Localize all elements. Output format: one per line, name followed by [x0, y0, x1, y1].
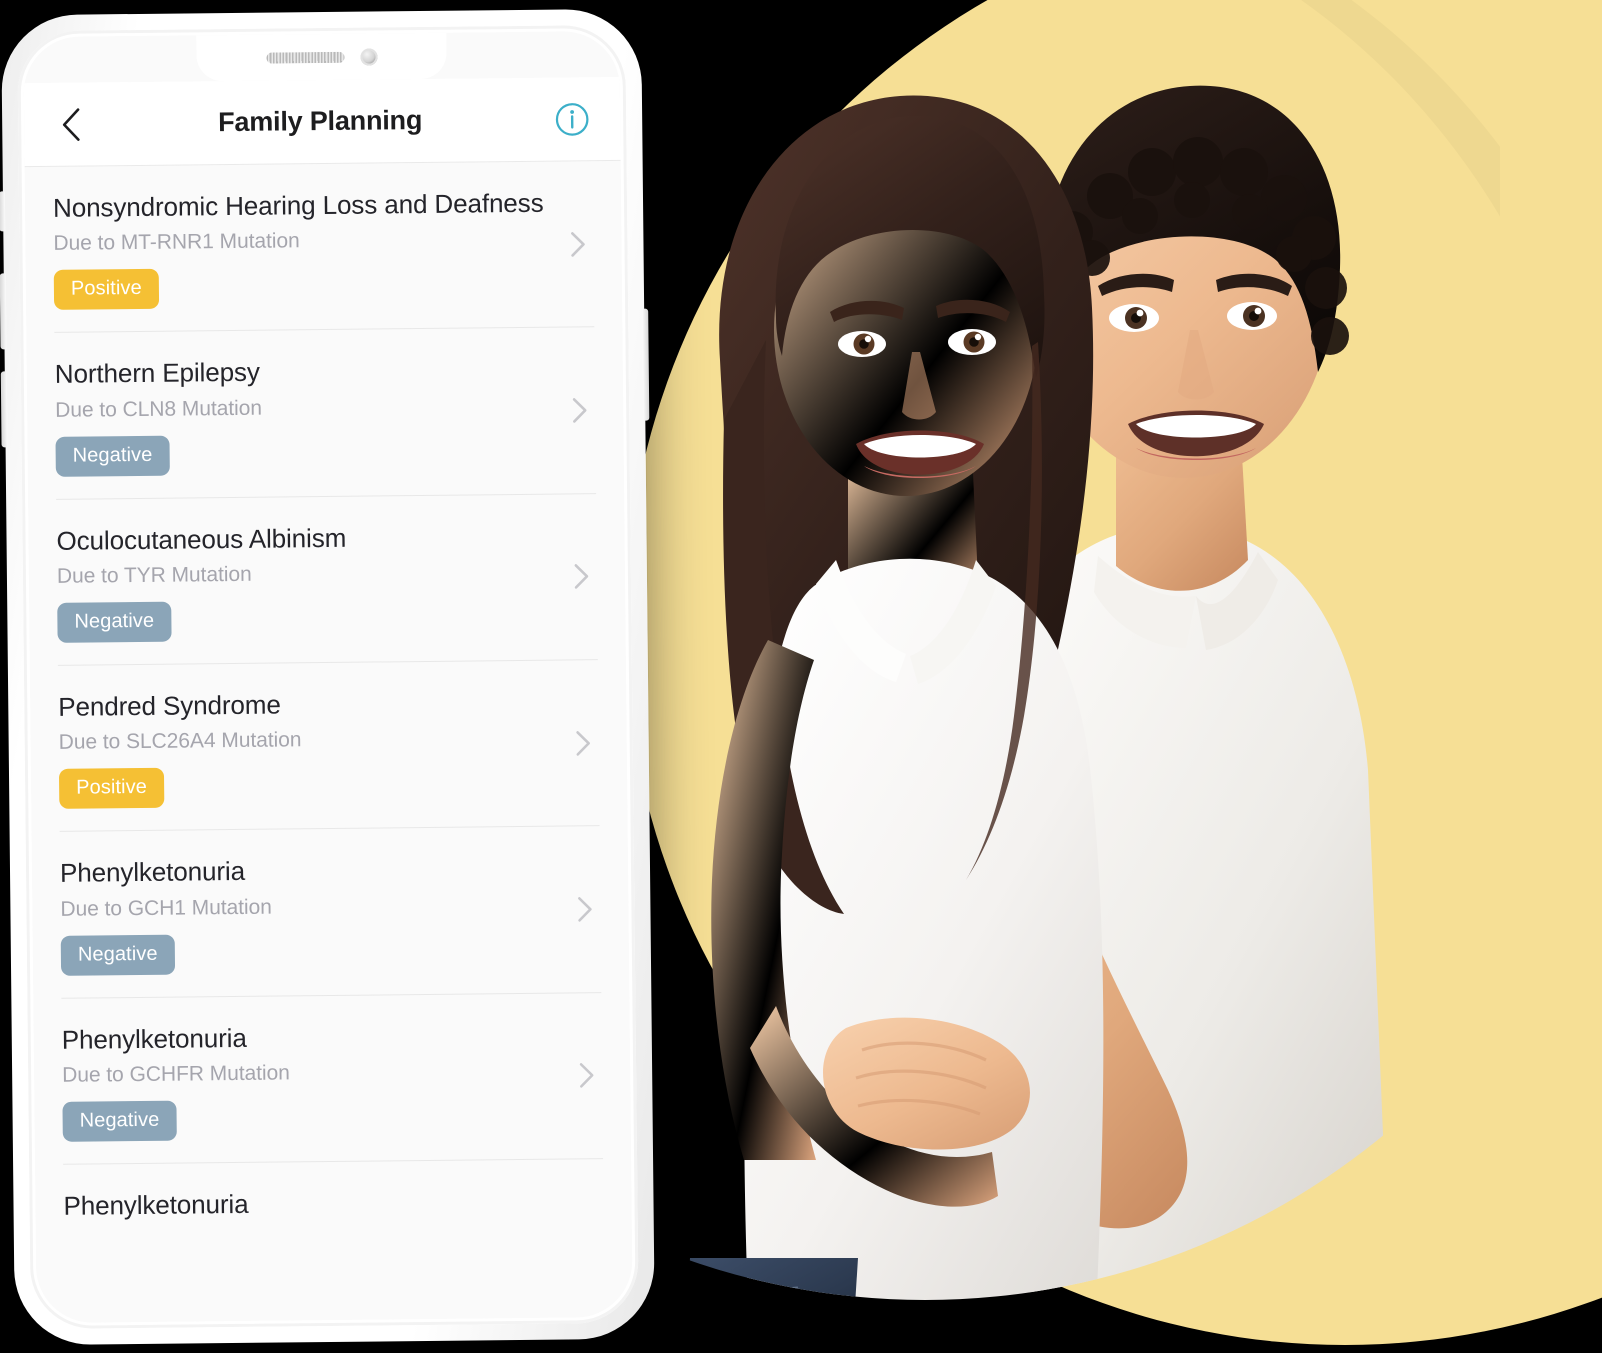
result-row[interactable]: Phenylketonuria Due to GCHFR Mutation Ne…: [61, 992, 604, 1165]
phone-notch: [196, 32, 447, 82]
mutation-label: Due to GCH1 Mutation: [60, 895, 272, 921]
front-camera-icon: [359, 47, 378, 66]
result-row[interactable]: Phenylketonuria Due to GCH1 Mutation Neg…: [59, 826, 602, 999]
power-button[interactable]: [642, 308, 650, 421]
status-badge: Positive: [58, 767, 165, 810]
info-circle-icon: [555, 102, 589, 136]
couple-photograph: [600, 0, 1500, 1353]
condition-name: Nonsyndromic Hearing Loss and Deafness: [52, 187, 544, 223]
mutation-label: Due to TYR Mutation: [56, 562, 252, 588]
result-row-text: Phenylketonuria: [63, 1183, 603, 1223]
status-badge: Negative: [55, 435, 170, 477]
condition-name: Phenylketonuria: [59, 856, 246, 889]
phone-mockup: Family Planning Nonsyndromic Hearing Los…: [0, 8, 655, 1346]
result-row-text: Oculocutaneous Albinism Due to TYR Mutat…: [56, 518, 597, 643]
page-title: Family Planning: [217, 104, 423, 138]
phone-bezel: Family Planning Nonsyndromic Hearing Los…: [17, 24, 639, 1330]
mutation-label: Due to MT-RNR1 Mutation: [53, 229, 300, 256]
result-row-text: Pendred Syndrome Due to SLC26A4 Mutation…: [58, 684, 599, 810]
result-row-text: Nonsyndromic Hearing Loss and Deafness D…: [52, 185, 594, 311]
results-list[interactable]: Nonsyndromic Hearing Loss and Deafness D…: [24, 160, 633, 1324]
phone-screen: Family Planning Nonsyndromic Hearing Los…: [23, 30, 633, 1324]
status-badge: Negative: [57, 601, 172, 643]
condition-name: Northern Epilepsy: [54, 357, 260, 390]
mutation-label: Due to SLC26A4 Mutation: [58, 728, 302, 755]
info-button[interactable]: [552, 99, 592, 139]
condition-name: Oculocutaneous Albinism: [56, 522, 347, 556]
result-row-text: Phenylketonuria Due to GCH1 Mutation Neg…: [59, 850, 601, 976]
result-row[interactable]: Northern Epilepsy Due to CLN8 Mutation N…: [54, 327, 597, 500]
result-row-text: Phenylketonuria Due to GCHFR Mutation Ne…: [62, 1017, 603, 1142]
result-row-text: Northern Epilepsy Due to CLN8 Mutation N…: [55, 352, 596, 477]
app-header: Family Planning: [23, 76, 621, 168]
volume-down-button[interactable]: [0, 371, 8, 448]
hero-composition: Family Planning Nonsyndromic Hearing Los…: [0, 0, 1602, 1353]
result-row[interactable]: Pendred Syndrome Due to SLC26A4 Mutation…: [57, 660, 600, 833]
condition-name: Phenylketonuria: [63, 1188, 249, 1221]
result-row[interactable]: Phenylketonuria: [63, 1159, 604, 1245]
mutation-label: Due to GCHFR Mutation: [62, 1061, 290, 1087]
status-badge: Positive: [53, 269, 159, 311]
mutation-label: Due to CLN8 Mutation: [55, 396, 263, 422]
result-row[interactable]: Oculocutaneous Albinism Due to TYR Mutat…: [56, 493, 598, 666]
chevron-left-icon: [62, 107, 80, 141]
condition-name: Phenylketonuria: [61, 1022, 247, 1055]
result-row[interactable]: Nonsyndromic Hearing Loss and Deafness D…: [52, 161, 595, 334]
status-badge: Negative: [62, 1100, 177, 1142]
speaker-grille-icon: [265, 51, 345, 64]
condition-name: Pendred Syndrome: [58, 689, 281, 722]
status-badge: Negative: [60, 934, 175, 976]
silent-switch-button[interactable]: [0, 191, 6, 232]
volume-up-button[interactable]: [0, 273, 7, 350]
